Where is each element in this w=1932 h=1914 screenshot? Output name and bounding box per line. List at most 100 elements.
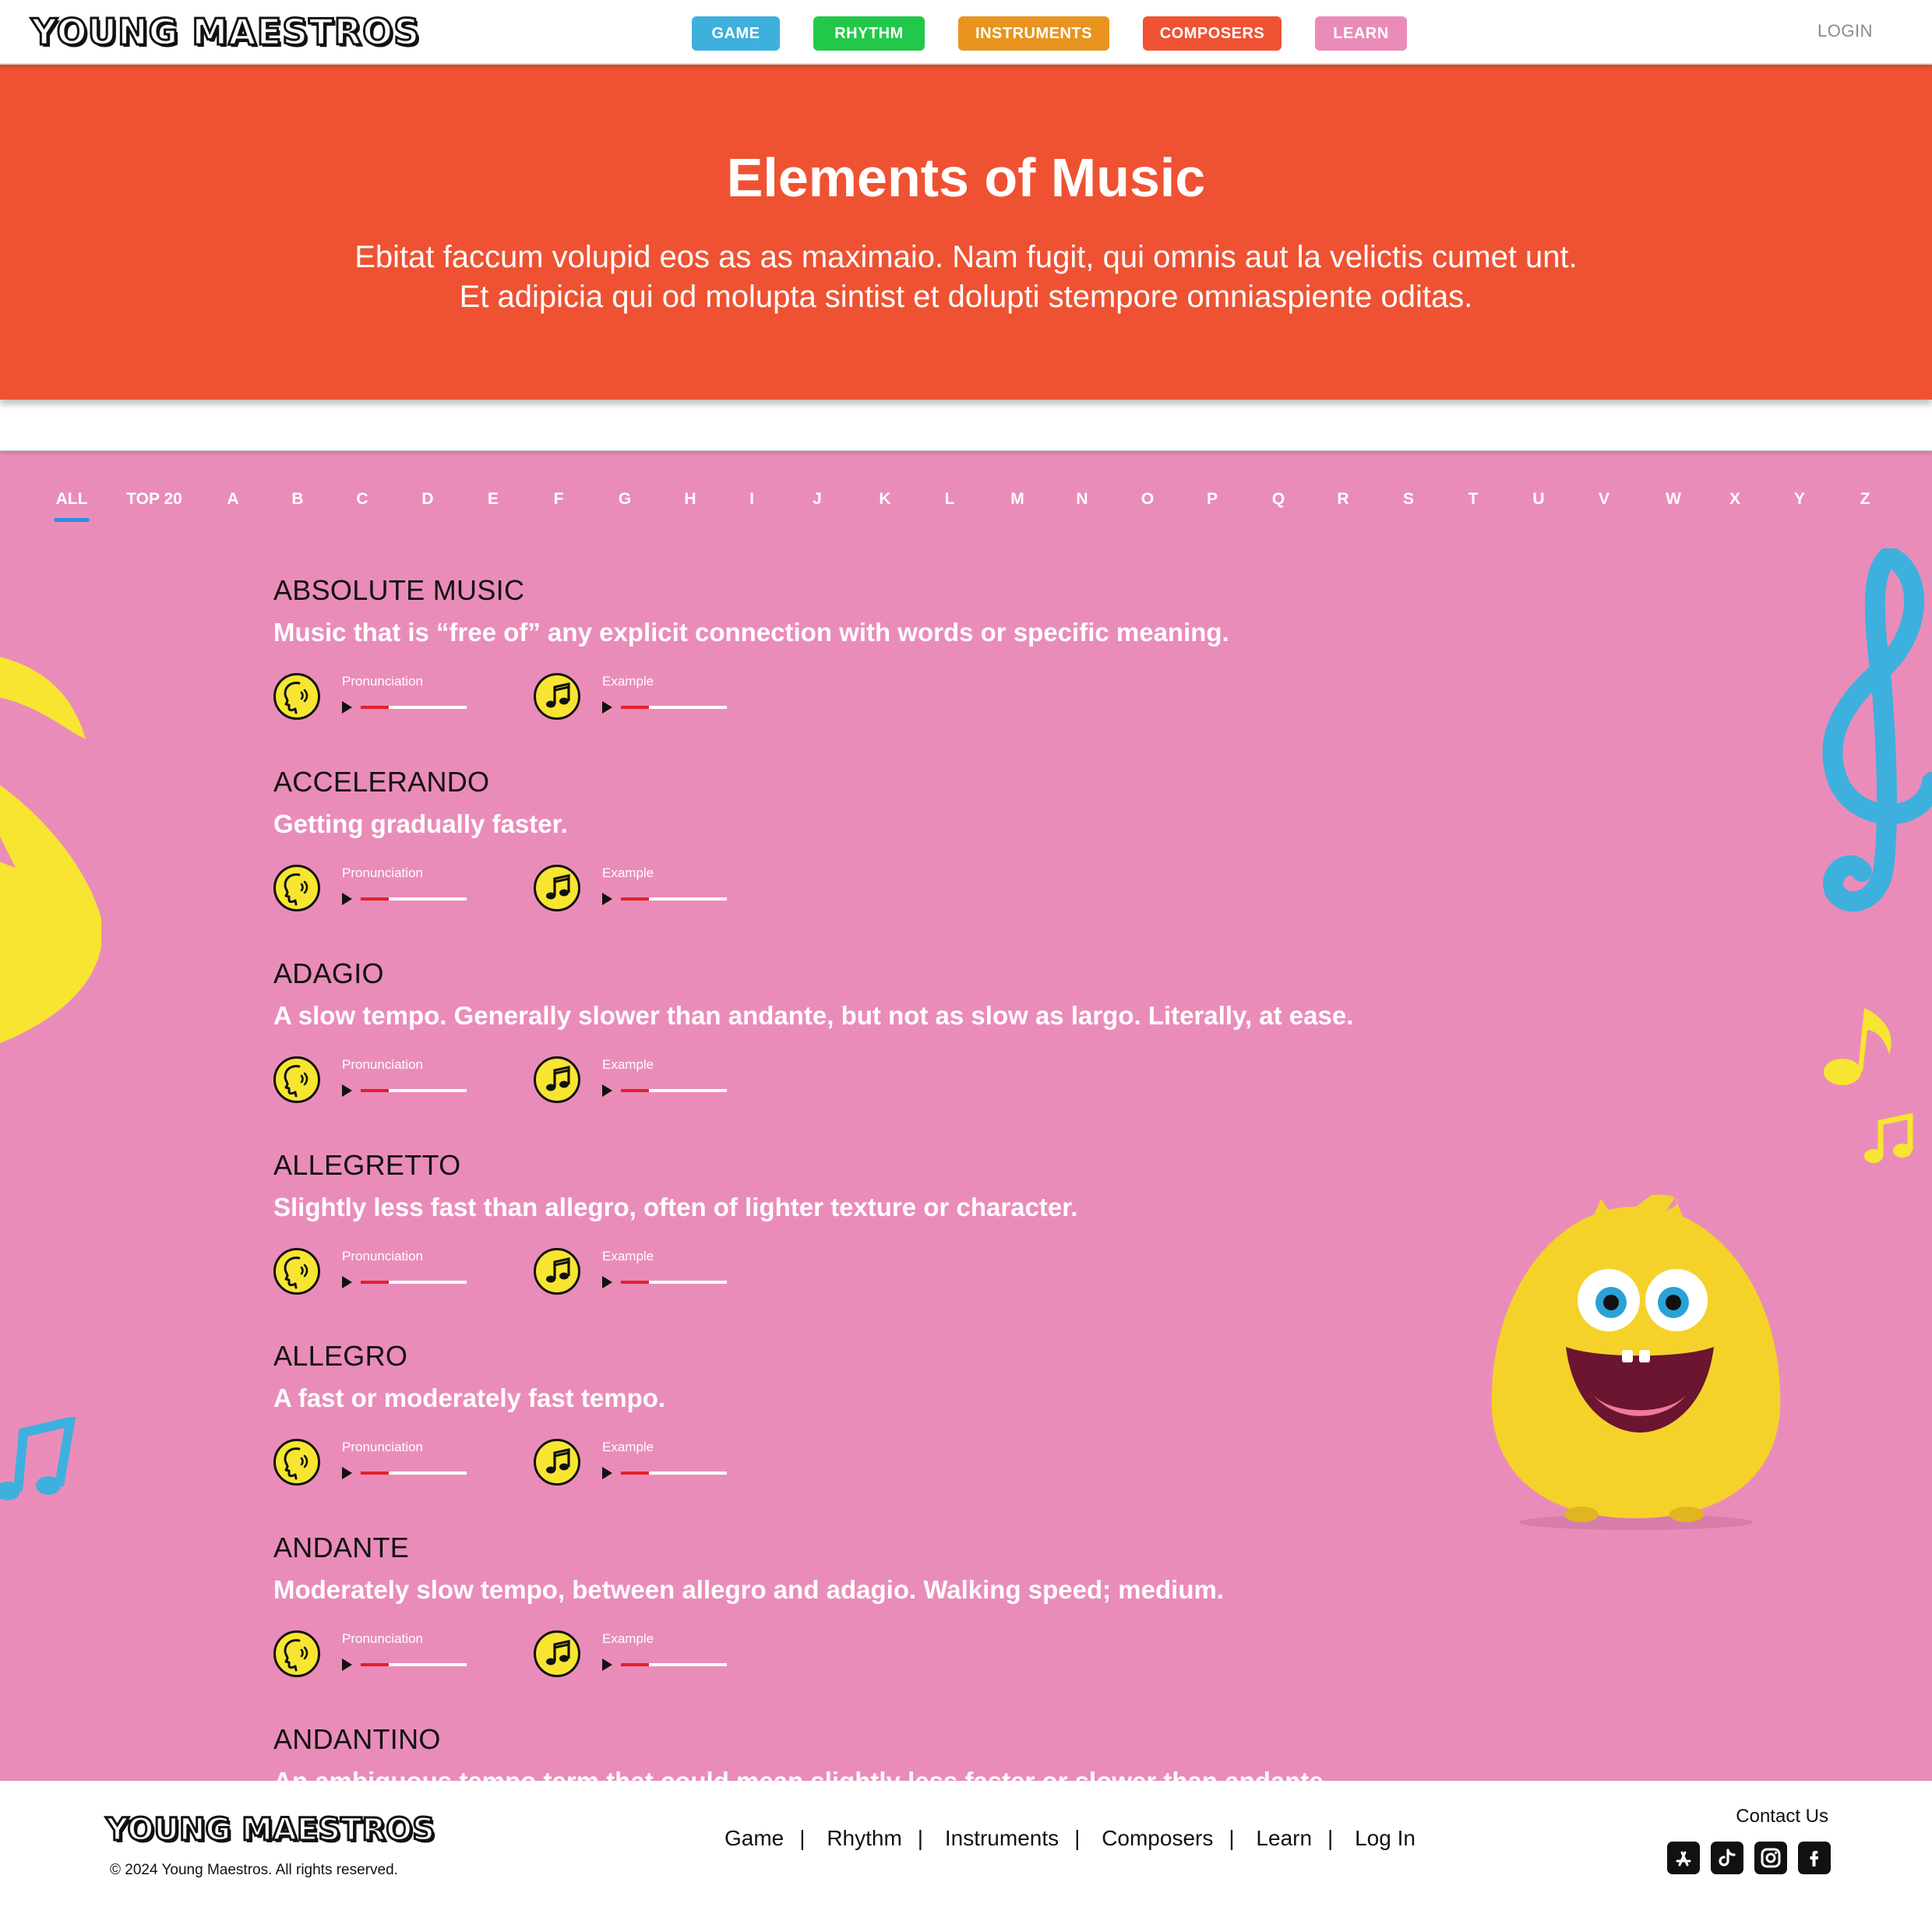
play-icon[interactable] [342, 1467, 352, 1479]
play-icon[interactable] [342, 701, 352, 714]
filter-y[interactable]: Y [1794, 490, 1805, 509]
filter-o[interactable]: O [1141, 490, 1154, 509]
play-icon[interactable] [342, 1276, 352, 1288]
nav-instruments-button[interactable]: INSTRUMENTS [958, 16, 1109, 51]
progress-fill [361, 897, 389, 901]
footer-link-rhythm[interactable]: Rhythm [827, 1826, 901, 1850]
pronunciation-label: Pronunciation [342, 1057, 423, 1072]
footer-link-instruments[interactable]: Instruments [945, 1826, 1059, 1850]
filter-i[interactable]: I [749, 490, 754, 509]
progress-track[interactable] [621, 1281, 727, 1284]
footer-link-game[interactable]: Game [724, 1826, 784, 1850]
progress-track[interactable] [621, 706, 727, 709]
filter-u[interactable]: U [1532, 490, 1544, 509]
filter-z[interactable]: Z [1860, 490, 1870, 509]
filter-k[interactable]: K [879, 490, 890, 509]
play-icon[interactable] [342, 1084, 352, 1097]
term-definition: An ambiguous tempo term that could mean … [273, 1767, 1442, 1781]
filter-j[interactable]: J [813, 490, 822, 509]
footer-link-learn[interactable]: Learn [1256, 1826, 1312, 1850]
play-icon[interactable] [602, 893, 612, 905]
footer-logo[interactable]: YOUNG MAESTROS [104, 1811, 435, 1849]
example-player: Example [534, 1630, 767, 1679]
music-note-icon[interactable] [534, 1248, 580, 1295]
progress-track[interactable] [621, 897, 727, 901]
filter-q[interactable]: Q [1272, 490, 1285, 509]
filter-s[interactable]: S [1403, 490, 1414, 509]
contact-us-link[interactable]: Contact Us [1736, 1806, 1828, 1828]
term-definition: A slow tempo. Generally slower than anda… [273, 1001, 1354, 1030]
pronunciation-speaker-icon[interactable] [273, 673, 320, 720]
progress-fill [621, 1089, 649, 1092]
progress-track[interactable] [361, 897, 467, 901]
progress-track[interactable] [621, 1089, 727, 1092]
example-player: Example [534, 865, 767, 913]
filter-f[interactable]: F [554, 490, 564, 509]
pronunciation-speaker-icon[interactable] [273, 865, 320, 911]
footer-link-login[interactable]: Log In [1355, 1826, 1416, 1850]
filter-w[interactable]: W [1666, 490, 1681, 509]
filter-e[interactable]: E [488, 490, 499, 509]
spacer-band [0, 400, 1932, 451]
nav-rhythm-button[interactable]: RHYTHM [813, 16, 925, 51]
app-store-icon[interactable] [1667, 1842, 1700, 1874]
tiktok-icon[interactable] [1711, 1842, 1743, 1874]
filter-all[interactable]: ALL [54, 490, 90, 522]
music-note-icon[interactable] [534, 865, 580, 911]
progress-track[interactable] [361, 1663, 467, 1666]
filter-m[interactable]: M [1010, 490, 1024, 509]
nav-learn-button[interactable]: LEARN [1315, 16, 1407, 51]
hero-line-2: Et adipicia qui od molupta sintist et do… [459, 280, 1473, 314]
filter-a[interactable]: A [227, 490, 238, 509]
site-logo[interactable]: YOUNG MAESTROS [30, 10, 420, 55]
filter-t[interactable]: T [1468, 490, 1479, 509]
progress-track[interactable] [361, 706, 467, 709]
filter-h[interactable]: H [684, 490, 696, 509]
progress-track[interactable] [361, 1472, 467, 1475]
progress-track[interactable] [361, 1089, 467, 1092]
glossary-section: ALL TOP 20 A B C D E F G H I J K L M N O P Q R S T U V W X Y Z ABSO… [0, 451, 1932, 1781]
pronunciation-speaker-icon[interactable] [273, 1248, 320, 1295]
play-icon[interactable] [602, 1276, 612, 1288]
pronunciation-label: Pronunciation [342, 1440, 423, 1454]
play-icon[interactable] [342, 893, 352, 905]
pronunciation-speaker-icon[interactable] [273, 1056, 320, 1103]
play-icon[interactable] [602, 1467, 612, 1479]
play-icon[interactable] [602, 701, 612, 714]
filter-p[interactable]: P [1207, 490, 1218, 509]
filter-top-20[interactable]: TOP 20 [126, 490, 182, 509]
filter-r[interactable]: R [1337, 490, 1349, 509]
music-note-icon[interactable] [534, 1630, 580, 1677]
play-icon[interactable] [602, 1084, 612, 1097]
filter-x[interactable]: X [1729, 490, 1740, 509]
music-note-icon[interactable] [534, 1056, 580, 1103]
site-footer: YOUNG MAESTROS © 2024 Young Maestros. Al… [0, 1781, 1932, 1914]
login-link[interactable]: LOGIN [1817, 21, 1873, 41]
filter-l[interactable]: L [945, 490, 955, 509]
progress-track[interactable] [621, 1663, 727, 1666]
filter-c[interactable]: C [356, 490, 368, 509]
filter-d[interactable]: D [421, 490, 433, 509]
term-item: ANDANTINO An ambiguous tempo term that co… [273, 1723, 1442, 1781]
instagram-icon[interactable] [1754, 1842, 1787, 1874]
nav-composers-button[interactable]: COMPOSERS [1143, 16, 1282, 51]
term-item: ANDANTE Moderately slow tempo, between al… [273, 1532, 1442, 1677]
nav-game-button[interactable]: GAME [692, 16, 780, 51]
progress-track[interactable] [361, 1281, 467, 1284]
hero-banner: Elements of Music Ebitat faccum volupid … [0, 65, 1932, 400]
filter-v[interactable]: V [1599, 490, 1609, 509]
music-note-icon[interactable] [534, 1439, 580, 1486]
play-icon[interactable] [342, 1658, 352, 1671]
pronunciation-speaker-icon[interactable] [273, 1439, 320, 1486]
music-note-icon[interactable] [534, 673, 580, 720]
filter-n[interactable]: N [1076, 490, 1088, 509]
term-title: ABSOLUTE MUSIC [273, 574, 525, 606]
footer-link-composers[interactable]: Composers [1102, 1826, 1213, 1850]
filter-g[interactable]: G [619, 490, 631, 509]
progress-track[interactable] [621, 1472, 727, 1475]
filter-b[interactable]: B [291, 490, 303, 509]
pronunciation-speaker-icon[interactable] [273, 1630, 320, 1677]
pronunciation-player: Pronunciation [273, 865, 507, 913]
facebook-icon[interactable] [1798, 1842, 1831, 1874]
play-icon[interactable] [602, 1658, 612, 1671]
